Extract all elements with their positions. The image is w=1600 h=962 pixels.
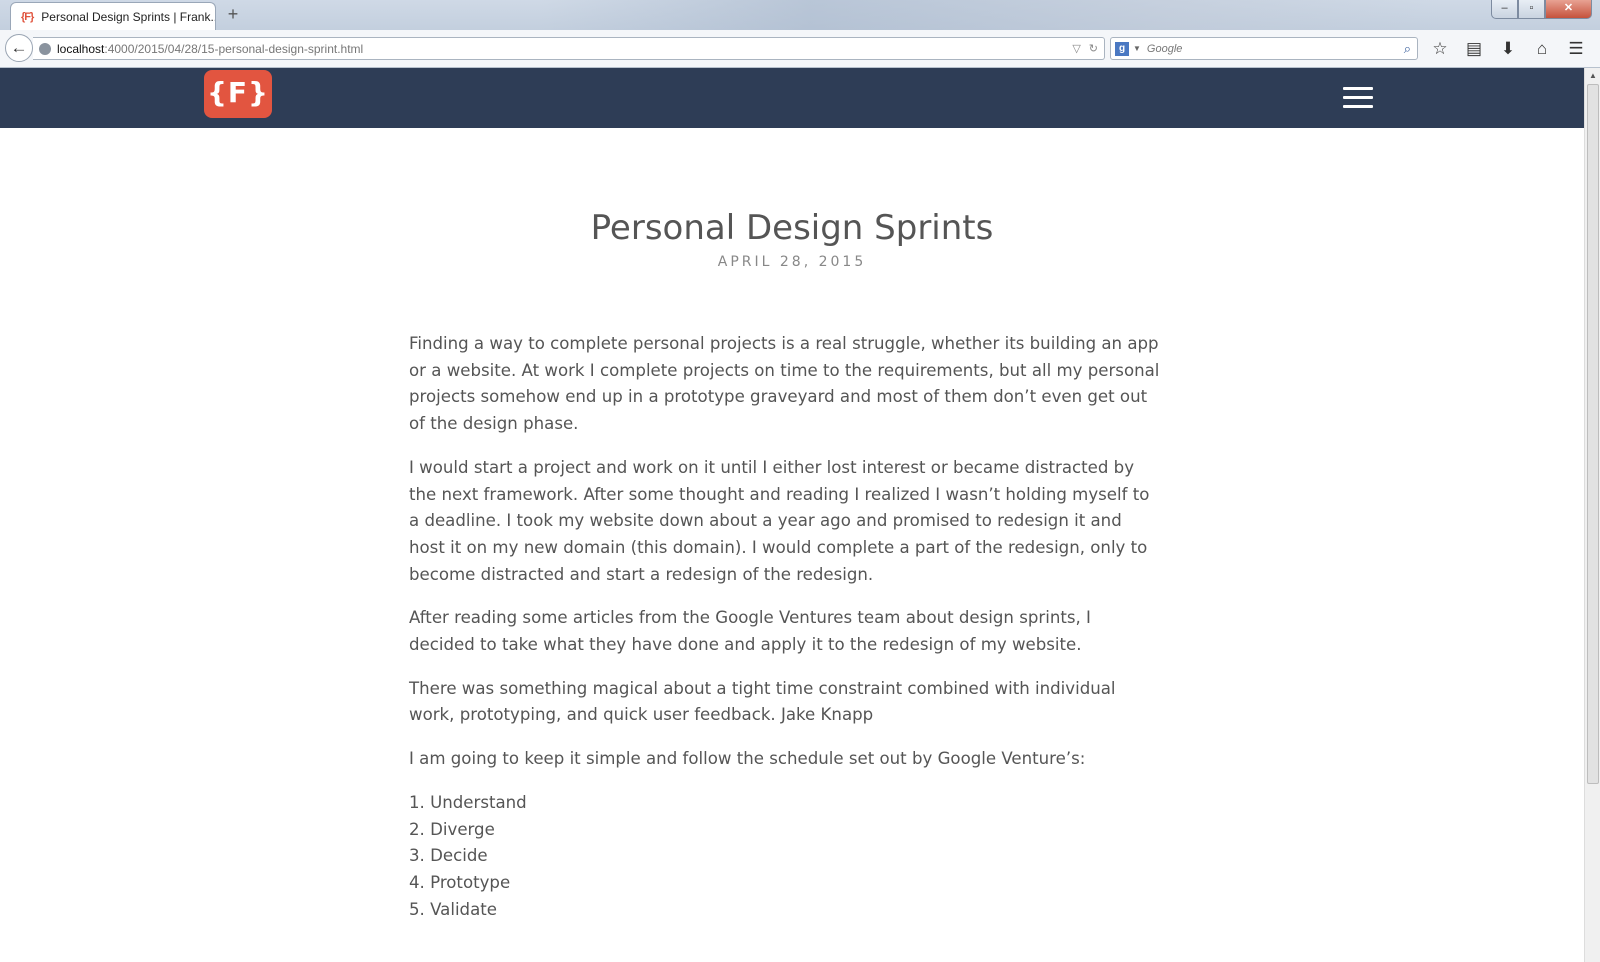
minimize-button[interactable]: – <box>1491 0 1518 19</box>
tab-favicon-icon: {F} <box>21 10 34 23</box>
page-viewport: {F} Personal Design Sprints APRIL 28, 20… <box>0 68 1584 962</box>
site-header: {F} <box>0 68 1584 128</box>
post-date: APRIL 28, 2015 <box>717 254 867 270</box>
post-title: Personal Design Sprints <box>590 208 994 248</box>
search-engine-dropdown-icon[interactable]: ▼ <box>1133 44 1141 53</box>
post-body: Finding a way to complete personal proje… <box>409 331 1161 923</box>
post-paragraph: After reading some articles from the Goo… <box>409 608 1091 655</box>
list-item: 2. Diverge <box>409 819 495 839</box>
scroll-up-icon[interactable]: ▲ <box>1585 68 1600 84</box>
list-item: 5. Validate <box>409 899 497 919</box>
back-button[interactable]: ← <box>5 34 33 62</box>
search-icon[interactable]: ⌕ <box>1404 41 1411 57</box>
list-item: 1. Understand <box>409 792 527 812</box>
new-tab-button[interactable]: + <box>224 5 242 24</box>
reading-list-icon[interactable]: ▤ <box>1462 38 1486 60</box>
search-engine-icon[interactable]: g <box>1115 41 1129 56</box>
site-identity-icon[interactable] <box>39 42 51 55</box>
browser-tab[interactable]: {F} Personal Design Sprints | Frank... <box>10 2 216 30</box>
search-input[interactable]: Google <box>1147 43 1182 55</box>
url-dropdown-icon[interactable]: ▽ <box>1072 42 1080 55</box>
vertical-scrollbar[interactable]: ▲ <box>1584 68 1600 962</box>
post-paragraph: I would start a project and work on it u… <box>409 457 1150 584</box>
reload-icon[interactable]: ↻ <box>1089 42 1098 55</box>
post-paragraph: Finding a way to complete personal proje… <box>409 334 1160 434</box>
search-bar[interactable]: g ▼ Google ⌕ <box>1110 37 1418 60</box>
schedule-list: 1. Understand 2. Diverge 3. Decide 4. Pr… <box>409 790 1161 923</box>
tab-title: Personal Design Sprints | Frank... <box>41 9 216 24</box>
site-logo[interactable]: {F} <box>204 70 272 118</box>
browser-toolbar: ← localhost :4000/2015/04/28/15-personal… <box>0 30 1600 68</box>
list-item: 3. Decide <box>409 846 488 866</box>
toolbar-icons: ☆ ▤ ⬇ ⌂ ☰ <box>1428 38 1588 60</box>
hamburger-menu-icon[interactable] <box>1343 87 1373 109</box>
scrollbar-thumb[interactable] <box>1587 84 1599 784</box>
menu-icon[interactable]: ☰ <box>1564 38 1588 60</box>
list-item: 4. Prototype <box>409 872 511 892</box>
post-paragraph: I am going to keep it simple and follow … <box>409 749 1086 769</box>
address-bar[interactable]: localhost :4000/2015/04/28/15-personal-d… <box>33 37 1105 60</box>
titlebar-background <box>540 0 1440 30</box>
star-icon[interactable]: ☆ <box>1428 38 1452 60</box>
url-path: :4000/2015/04/28/15-personal-design-spri… <box>104 41 364 56</box>
address-bar-controls: ▽ ↻ <box>1072 42 1098 55</box>
post-paragraph: There was something magical about a tigh… <box>409 678 1116 725</box>
window-controls: – ▫ ✕ <box>1491 0 1592 19</box>
download-icon[interactable]: ⬇ <box>1496 38 1520 60</box>
url-host: localhost <box>57 41 105 56</box>
maximize-button[interactable]: ▫ <box>1518 0 1545 19</box>
home-icon[interactable]: ⌂ <box>1530 38 1554 60</box>
close-button[interactable]: ✕ <box>1545 0 1592 19</box>
browser-titlebar: {F} Personal Design Sprints | Frank... +… <box>0 0 1600 30</box>
